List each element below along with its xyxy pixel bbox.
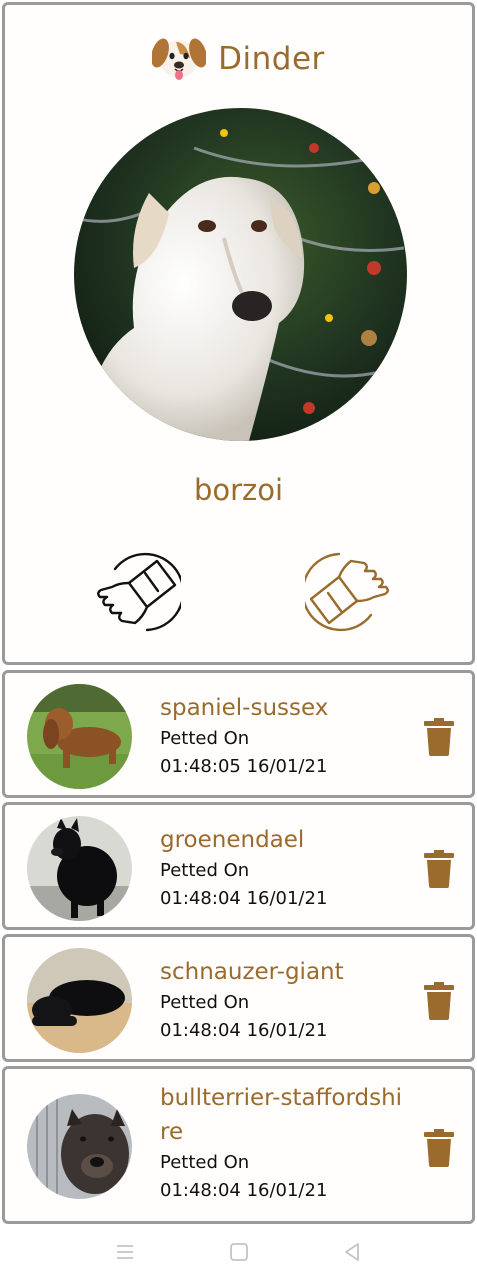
swipe-card: Dinder borzoi <box>2 2 475 665</box>
app-title: Dinder <box>218 41 325 77</box>
trash-icon <box>424 850 454 892</box>
list-item: schnauzer-giant Petted On 01:48:04 16/01… <box>2 934 475 1062</box>
pet-name: spaniel-sussex <box>160 695 329 721</box>
list-item: groenendael Petted On 01:48:04 16/01/21 <box>2 802 475 930</box>
dog-face-icon <box>151 32 208 86</box>
petted-label: Petted On <box>160 728 250 749</box>
petted-label: Petted On <box>160 992 250 1013</box>
petted-timestamp: 01:48:04 16/01/21 <box>160 1180 328 1201</box>
pet-name: schnauzer-giant <box>160 959 344 985</box>
list-item: spaniel-sussex Petted On 01:48:05 16/01/… <box>2 670 475 798</box>
back-button[interactable] <box>340 1240 364 1264</box>
pet-thumbnail <box>27 816 132 921</box>
delete-button[interactable] <box>424 1129 454 1167</box>
trash-icon <box>424 718 454 760</box>
home-icon <box>227 1243 251 1268</box>
system-nav-bar <box>0 1240 477 1266</box>
back-icon <box>340 1243 364 1268</box>
pet-thumbnail <box>27 948 132 1053</box>
delete-button[interactable] <box>424 718 454 756</box>
dislike-button[interactable] <box>95 547 185 637</box>
delete-button[interactable] <box>424 982 454 1020</box>
like-button[interactable] <box>301 547 391 637</box>
petted-timestamp: 01:48:04 16/01/21 <box>160 888 328 909</box>
thumbs-up-icon <box>301 552 391 641</box>
pet-name: groenendael <box>160 827 305 853</box>
petted-label: Petted On <box>160 1152 250 1173</box>
dog-photo <box>74 108 407 441</box>
trash-icon <box>424 982 454 1024</box>
thumbs-down-icon <box>95 552 185 641</box>
breed-name: borzoi <box>193 473 284 507</box>
list-item: bullterrier-staffordshire Petted On 01:4… <box>2 1066 475 1224</box>
pet-thumbnail <box>27 1094 132 1199</box>
pet-name: bullterrier-staffordshire <box>160 1085 403 1145</box>
trash-icon <box>424 1129 454 1171</box>
petted-timestamp: 01:48:05 16/01/21 <box>160 756 328 777</box>
petted-label: Petted On <box>160 860 250 881</box>
menu-icon <box>113 1245 137 1268</box>
pet-thumbnail <box>27 684 132 789</box>
petted-timestamp: 01:48:04 16/01/21 <box>160 1020 328 1041</box>
home-button[interactable] <box>227 1240 251 1264</box>
app-header: Dinder <box>5 31 472 87</box>
menu-button[interactable] <box>113 1240 137 1264</box>
delete-button[interactable] <box>424 850 454 888</box>
